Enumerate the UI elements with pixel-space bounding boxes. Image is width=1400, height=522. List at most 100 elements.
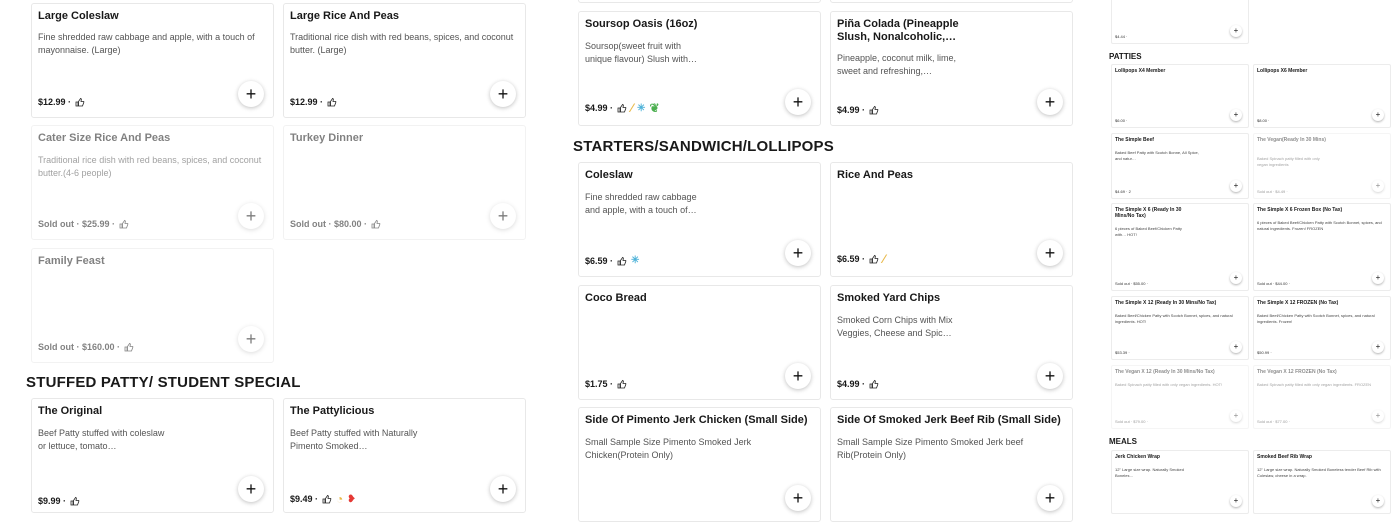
menu-item-card[interactable]: The Vegan(Ready In 30 Mins) Baked Spinac…	[1253, 133, 1391, 199]
menu-item-card[interactable]: Rice And Peas $6.59 · ⁄ +	[830, 162, 1073, 277]
add-to-cart-button[interactable]: +	[785, 363, 811, 389]
menu-item-card[interactable]: Smoked Beef Rib Wrap 12" Large size wrap…	[1253, 450, 1391, 514]
menu-item-card-partial[interactable]	[578, 0, 821, 3]
menu-item-card[interactable]: Smoked Yard Chips Smoked Corn Chips with…	[830, 285, 1073, 400]
add-to-cart-button[interactable]: +	[785, 89, 811, 115]
menu-item-card[interactable]: The Vegan X 12 (Ready In 30 Mins/No Tax)…	[1111, 365, 1249, 429]
add-to-cart-button[interactable]: +	[1230, 495, 1242, 507]
add-to-cart-button[interactable]: +	[1372, 180, 1384, 192]
section-heading-starters: STARTERS/SANDWICH/LOLLIPOPS	[573, 138, 834, 155]
menu-item-card[interactable]: The Simple X 6 Frozen Box (No Tax) 6 pie…	[1253, 203, 1391, 291]
menu-item-card[interactable]: Side Of Smoked Jerk Beef Rib (Small Side…	[830, 407, 1073, 522]
menu-item-card[interactable]: The Pattylicious Beef Patty stuffed with…	[283, 398, 526, 513]
menu-item-card[interactable]: Coco Bread $1.75 · +	[578, 285, 821, 400]
item-name: The Simple X 12 (Ready In 30 Mins/No Tax…	[1115, 300, 1217, 306]
item-description: 12" Large size wrap. Naturally Smoked Bo…	[1257, 467, 1381, 478]
item-name: Coco Bread	[585, 292, 647, 304]
menu-item-card[interactable]: The Simple X 6 (Ready In 30 Mins/No Tax)…	[1111, 203, 1249, 291]
item-price: $53.39 ·	[1115, 350, 1130, 355]
add-to-cart-button[interactable]: +	[490, 203, 516, 229]
add-to-cart-button[interactable]: +	[1037, 89, 1063, 115]
menu-item-card-partial[interactable]	[830, 0, 1073, 3]
add-to-cart-button[interactable]: +	[1037, 363, 1063, 389]
thumbs-up-icon	[617, 256, 627, 266]
menu-item-card[interactable]: Piña Colada (Pineapple Slush, Nonalcohol…	[830, 11, 1073, 126]
item-description: 12" Large size wrap. Naturally Smoked Bo…	[1115, 467, 1185, 478]
item-description: Baked Beef Patty with Scotch Bonne, All …	[1115, 150, 1199, 161]
item-name: Lollipops X4 Member	[1115, 68, 1166, 74]
item-description: Baked Beef/Chicken Patty with Scotch Bon…	[1257, 313, 1375, 324]
menu-item-card[interactable]: $4.44 · +	[1111, 0, 1249, 44]
menu-item-card[interactable]: Turkey Dinner Sold out · $80.00 · +	[283, 125, 526, 240]
menu-item-card[interactable]: The Original Beef Patty stuffed with col…	[31, 398, 274, 513]
vegan-leaf-icon: ❦	[649, 101, 660, 115]
add-to-cart-button[interactable]: +	[1230, 109, 1242, 121]
add-to-cart-button[interactable]: +	[1372, 109, 1384, 121]
item-price: $8.00 ·	[1257, 118, 1270, 123]
menu-item-card[interactable]: Large Rice And Peas Traditional rice dis…	[283, 3, 526, 118]
add-to-cart-button[interactable]: +	[490, 476, 516, 502]
item-price: $4.69 · 2	[1115, 189, 1131, 194]
item-description: Fine shredded raw cabbage and apple, wit…	[585, 192, 697, 215]
thumbs-up-icon	[617, 103, 627, 113]
item-name: Family Feast	[38, 255, 105, 267]
item-name: The Simple X 12 FROZEN (No Tax)	[1257, 300, 1339, 306]
add-to-cart-button[interactable]: +	[238, 81, 264, 107]
add-to-cart-button[interactable]: +	[1372, 495, 1384, 507]
thumbs-up-icon	[869, 105, 879, 115]
add-to-cart-button[interactable]: +	[1230, 272, 1242, 284]
add-to-cart-button[interactable]: +	[1230, 25, 1242, 37]
item-price: Sold out · $44.00 ·	[1257, 281, 1290, 286]
item-description: Beef Patty stuffed with Naturally Piment…	[290, 428, 418, 451]
item-description: Baked Spinach patty filled with only veg…	[1115, 382, 1223, 387]
add-to-cart-button[interactable]: +	[490, 81, 516, 107]
menu-item-card[interactable]: Coleslaw Fine shredded raw cabbage and a…	[578, 162, 821, 277]
item-price: $6.59 · ⁄	[837, 252, 886, 266]
item-name: Coleslaw	[585, 169, 633, 181]
item-description: Small Sample Size Pimento Smoked Jerk Ch…	[585, 437, 752, 460]
add-to-cart-button[interactable]: +	[1037, 240, 1063, 266]
menu-item-card[interactable]: Jerk Chicken Wrap 12" Large size wrap. N…	[1111, 450, 1249, 514]
item-name: The Pattylicious	[290, 405, 375, 417]
item-description: Small Sample Size Pimento Smoked Jerk be…	[837, 437, 1024, 460]
add-to-cart-button[interactable]: +	[785, 485, 811, 511]
menu-item-card[interactable]: Side Of Pimento Jerk Chicken (Small Side…	[578, 407, 821, 522]
item-name: Cater Size Rice And Peas	[38, 132, 171, 144]
add-to-cart-button[interactable]: +	[1372, 410, 1384, 422]
add-to-cart-button[interactable]: +	[1372, 272, 1384, 284]
item-price: Sold out · $79.00 ·	[1115, 419, 1148, 424]
add-to-cart-button[interactable]: +	[238, 476, 264, 502]
menu-item-card[interactable]: Lollipops X4 Member $6.00 · +	[1111, 64, 1249, 128]
menu-item-card[interactable]: Soursop Oasis (16oz) Soursop(sweet fruit…	[578, 11, 821, 126]
item-price: $12.99 ·	[290, 97, 337, 107]
item-description: Pineapple, coconut milk, lime, sweet and…	[837, 53, 957, 76]
section-heading-patties: PATTIES	[1109, 52, 1142, 61]
add-to-cart-button[interactable]: +	[1230, 341, 1242, 353]
section-heading-stuffed: STUFFED PATTY/ STUDENT SPECIAL	[26, 374, 301, 391]
thumbs-up-icon	[124, 342, 134, 352]
item-name: Turkey Dinner	[290, 132, 364, 144]
item-price: Sold out · $77.00 ·	[1257, 419, 1290, 424]
add-to-cart-button[interactable]: +	[238, 203, 264, 229]
thumbs-up-icon	[75, 97, 85, 107]
add-to-cart-button[interactable]: +	[1037, 485, 1063, 511]
item-description: Baked Beef/Chicken Patty with Scotch Bon…	[1115, 313, 1233, 324]
menu-item-card[interactable]: Family Feast Sold out · $160.00 · +	[31, 248, 274, 363]
add-to-cart-button[interactable]: +	[1230, 180, 1242, 192]
add-to-cart-button[interactable]: +	[1230, 410, 1242, 422]
menu-item-card[interactable]: The Simple Beef Baked Beef Patty with Sc…	[1111, 133, 1249, 199]
menu-item-card[interactable]: The Simple X 12 (Ready In 30 Mins/No Tax…	[1111, 296, 1249, 360]
item-price: $4.99 ·	[837, 379, 879, 389]
item-description: 6 pieces of Baked Beef/Chicken Patty wit…	[1115, 226, 1182, 237]
add-to-cart-button[interactable]: +	[785, 240, 811, 266]
item-price: $4.99 ·	[837, 105, 879, 115]
menu-item-card[interactable]: The Vegan X 12 FROZEN (No Tax) Baked Spi…	[1253, 365, 1391, 429]
item-name: Rice And Peas	[837, 169, 914, 181]
add-to-cart-button[interactable]: +	[1372, 341, 1384, 353]
menu-item-card[interactable]: The Simple X 12 FROZEN (No Tax) Baked Be…	[1253, 296, 1391, 360]
menu-item-card[interactable]: Lollipops X6 Member $8.00 · +	[1253, 64, 1391, 128]
add-to-cart-button[interactable]: +	[238, 326, 264, 352]
menu-item-card[interactable]: Large Coleslaw Fine shredded raw cabbage…	[31, 3, 274, 118]
menu-item-card[interactable]: Cater Size Rice And Peas Traditional ric…	[31, 125, 274, 240]
item-price: Sold out · $80.00 ·	[290, 219, 381, 229]
